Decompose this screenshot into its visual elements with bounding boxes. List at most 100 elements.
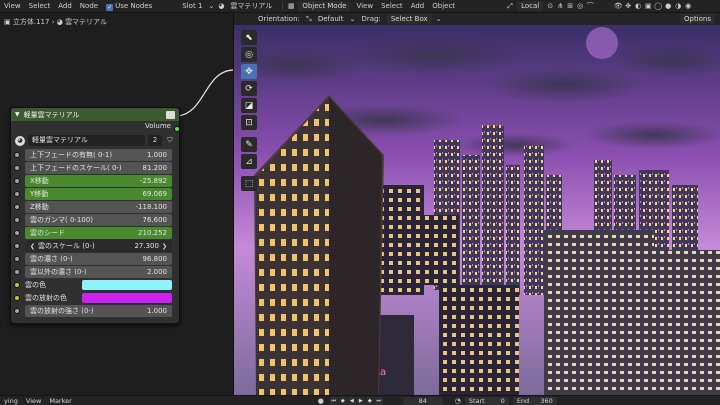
clock-icon[interactable]: ◔ (453, 396, 463, 405)
snap-mode-icon[interactable]: ⊞ (565, 1, 575, 11)
chevron-down-icon[interactable]: ⌄ (347, 14, 357, 24)
node-tree-icon[interactable]: ◕ (15, 135, 25, 146)
viewport-menu-view[interactable]: View (352, 2, 377, 10)
current-frame-field[interactable]: 84 (402, 396, 443, 405)
next-keyframe-icon[interactable]: ◆ (365, 396, 374, 405)
transform-tool-button[interactable]: ⊡ (241, 115, 257, 130)
material-icon: ◕ (56, 18, 63, 26)
annotate-tool-button[interactable]: ✎ (241, 137, 257, 152)
slot-selector[interactable]: Slot 1 (178, 2, 206, 10)
tool-shelf: ⬉ ◎ ✥ ⟳ ◪ ⊡ ✎ ⊿ ⬚ (241, 30, 258, 193)
timeline-menu-marker[interactable]: Marker (45, 397, 75, 405)
input-field[interactable]: 雲以外の濃さ (0-) 2.000 (14, 266, 172, 278)
move-tool-button[interactable]: ✥ (241, 64, 257, 79)
prev-keyframe-icon[interactable]: ◆ (338, 396, 347, 405)
shading-material-icon[interactable]: ◑ (673, 1, 683, 11)
input-socket[interactable] (14, 217, 20, 223)
volume-output-socket[interactable] (174, 126, 179, 132)
overlay-icon[interactable]: ◐ (633, 1, 643, 11)
viewport-menu-select[interactable]: Select (377, 2, 407, 10)
input-socket[interactable] (14, 243, 20, 249)
input-socket[interactable] (14, 230, 20, 236)
input-field[interactable]: 上下フェードの有無( 0-1) 1.000 (14, 149, 172, 161)
chevron-down-icon[interactable]: ⌄ (434, 14, 444, 24)
record-icon[interactable]: ● (316, 396, 326, 405)
input-field[interactable]: X移動 -25.892 (14, 175, 172, 187)
snap-icon[interactable]: ⋔ (555, 1, 565, 11)
menu-select[interactable]: Select (25, 2, 55, 10)
decrement-arrow-icon[interactable]: ❮ (30, 243, 35, 250)
color-swatch[interactable] (82, 293, 172, 303)
transform-orientation-selector[interactable]: Local (517, 1, 544, 11)
color-socket[interactable] (14, 295, 20, 301)
measure-tool-button[interactable]: ⊿ (241, 154, 257, 169)
input-socket[interactable] (14, 152, 20, 158)
input-socket[interactable] (14, 178, 20, 184)
proportional-edit-icon[interactable]: ◎ (575, 1, 585, 11)
input-field[interactable]: 雲の濃さ (0-) 96.800 (14, 253, 172, 265)
timeline-menu-view[interactable]: View (22, 397, 45, 405)
input-field[interactable]: Y移動 69.069 (14, 188, 172, 200)
end-frame-field[interactable]: End 360 (512, 396, 557, 405)
node-editor[interactable]: ▣ 立方体.117 › ◕ 雲マテリアル ▼ 軽量雲マテリアル Volume ◕… (0, 13, 233, 395)
input-field[interactable]: 雲の放射の強さ (0-) 1.000 (14, 305, 172, 317)
menu-add[interactable]: Add (54, 2, 76, 10)
transform-orientation-icon[interactable]: ⤢ (505, 1, 515, 11)
play-icon[interactable]: ▶ (356, 396, 365, 405)
group-node[interactable]: ▼ 軽量雲マテリアル Volume ◕ 軽量雲マテリアル 2 ⛉ 上下フェードの… (10, 107, 180, 324)
material-selector[interactable]: 雲マテリアル (226, 1, 276, 11)
node-header[interactable]: ▼ 軽量雲マテリアル (11, 108, 179, 121)
use-nodes-toggle[interactable]: ✓ Use Nodes (102, 2, 156, 11)
shading-wireframe-icon[interactable]: ◯ (653, 1, 663, 11)
viewport-menu-object[interactable]: Object (428, 2, 459, 10)
jump-end-icon[interactable]: ⏭ (374, 396, 383, 405)
material-sphere-icon[interactable]: ◕ (216, 1, 226, 11)
input-field[interactable]: 雲のシード 210.252 (14, 227, 172, 239)
3d-viewport[interactable]: Orientation: ⤡ Default ⌄ Drag: Select Bo… (233, 13, 720, 395)
input-socket[interactable] (14, 165, 20, 171)
color-socket[interactable] (14, 282, 20, 288)
pivot-icon[interactable]: ⊙ (545, 1, 555, 11)
add-cube-tool-button[interactable]: ⬚ (241, 176, 257, 191)
chevron-down-icon[interactable]: ⌄ (206, 1, 216, 11)
input-socket[interactable] (14, 269, 20, 275)
drag-selector[interactable]: Select Box (386, 14, 432, 24)
input-socket[interactable] (14, 308, 20, 314)
shading-solid-icon[interactable]: ● (663, 1, 673, 11)
visibility-icon[interactable]: 👁 (613, 1, 623, 11)
rotate-tool-button[interactable]: ⟳ (241, 81, 257, 96)
start-frame-field[interactable]: Start 0 (464, 396, 509, 405)
play-reverse-icon[interactable]: ◀ (347, 396, 356, 405)
object-icon: ▣ (4, 18, 11, 26)
increment-arrow-icon[interactable]: ❯ (162, 243, 167, 250)
user-count[interactable]: 2 (148, 135, 162, 146)
node-group-icon[interactable] (166, 110, 175, 119)
scale-tool-button[interactable]: ◪ (241, 98, 257, 113)
proportional-falloff-icon[interactable]: ⌒ (585, 1, 595, 11)
menu-view[interactable]: View (0, 2, 25, 10)
node-group-name[interactable]: 軽量雲マテリアル (28, 135, 145, 146)
mode-selector[interactable]: Object Mode (298, 1, 351, 11)
options-button[interactable]: Options (679, 14, 715, 24)
cursor-tool-button[interactable]: ◎ (241, 47, 257, 62)
orientation-selector[interactable]: Default (314, 15, 348, 23)
field-value: 69.069 (142, 190, 168, 198)
shading-rendered-icon[interactable]: ◉ (683, 1, 693, 11)
gizmo-icon[interactable]: ✥ (623, 1, 633, 11)
jump-start-icon[interactable]: ⏮ (329, 396, 338, 405)
xray-icon[interactable]: ▣ (643, 1, 653, 11)
input-field[interactable]: 上下フェードのスケール( 0-) 81.200 (14, 162, 172, 174)
playback-menu[interactable]: ying (0, 397, 22, 405)
input-socket[interactable] (14, 191, 20, 197)
input-socket[interactable] (14, 204, 20, 210)
input-field[interactable]: 雲のガンマ( 0-100) 76.600 (14, 214, 172, 226)
fake-user-shield-icon[interactable]: ⛉ (165, 135, 175, 146)
select-tool-button[interactable]: ⬉ (241, 30, 257, 45)
input-field[interactable]: Z移動 -118.100 (14, 201, 172, 213)
color-swatch[interactable] (82, 280, 172, 290)
input-field-active[interactable]: ❮ 雲のスケール (0-) 27.300 ❯ (14, 240, 172, 252)
menu-node[interactable]: Node (76, 2, 102, 10)
input-socket[interactable] (14, 256, 20, 262)
collapse-triangle-icon[interactable]: ▼ (15, 111, 20, 118)
viewport-menu-add[interactable]: Add (407, 2, 429, 10)
